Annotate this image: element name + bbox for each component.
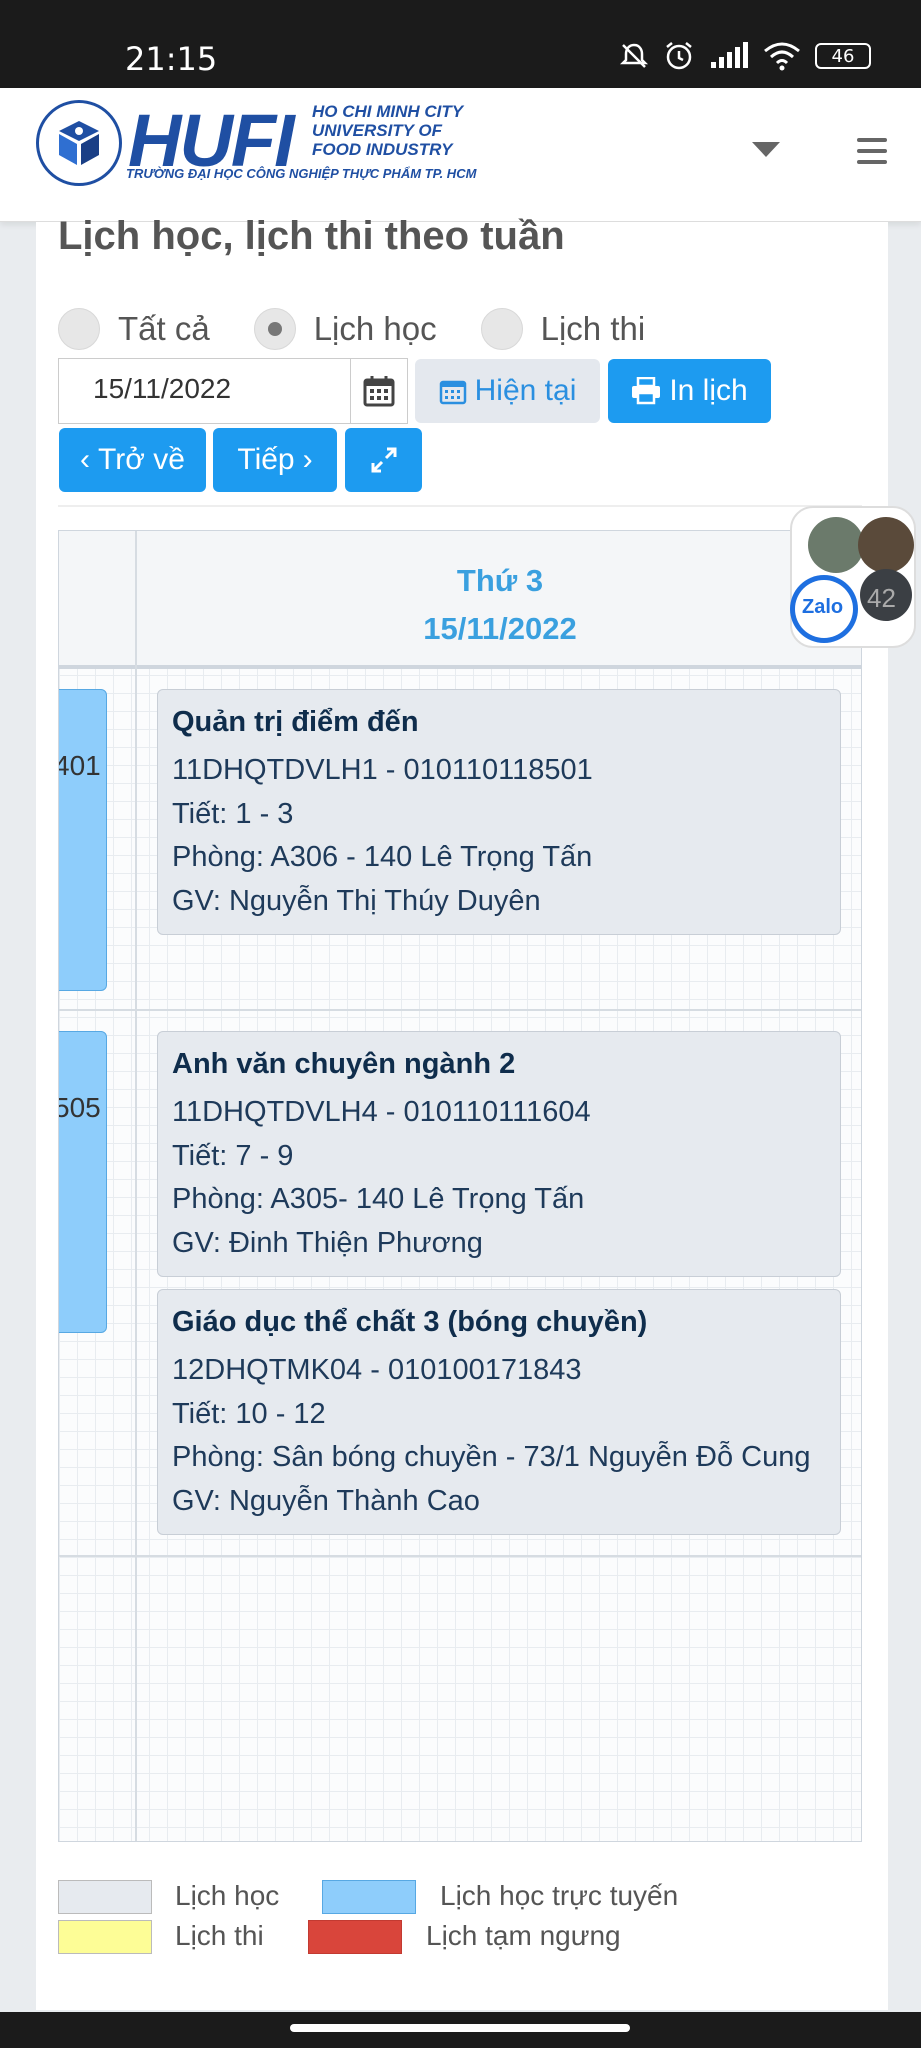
status-icons: 46	[619, 40, 871, 72]
class-event[interactable]: Giáo dục thể chất 3 (bóng chuyền) 12DHQT…	[157, 1289, 841, 1535]
event-teacher: GV: Đinh Thiện Phương	[172, 1226, 483, 1259]
calendar-icon	[439, 380, 466, 405]
online-class-block[interactable]: 505	[59, 1031, 107, 1333]
wifi-icon	[764, 42, 800, 71]
color-legend: Lịch học Lịch học trực tuyến Lịch thi Lị…	[58, 1876, 878, 1966]
alarm-icon	[666, 42, 692, 70]
bell-muted-icon	[619, 43, 649, 68]
event-code: 11DHQTDVLH1 - 010110118501	[172, 754, 593, 786]
event-period: Tiết: 10 - 12	[172, 1397, 326, 1430]
legend-swatch-exam	[58, 1920, 152, 1954]
event-code: 11DHQTDVLH4 - 010110111604	[172, 1096, 591, 1128]
radio-study-label[interactable]: Lịch học	[314, 310, 437, 348]
session-divider	[59, 1009, 861, 1011]
zalo-bubble-icon	[790, 506, 916, 648]
logo-vietnamese-name: TRƯỜNG ĐẠI HỌC CÔNG NGHIỆP THỰC PHẨM TP.…	[126, 166, 477, 181]
event-period: Tiết: 7 - 9	[172, 1139, 294, 1172]
status-time: 21:15	[125, 40, 218, 78]
legend-swatch-suspended	[308, 1920, 402, 1954]
home-indicator[interactable]	[290, 2024, 630, 2032]
fullscreen-button[interactable]	[345, 428, 422, 492]
logo-emblem-icon[interactable]	[36, 100, 122, 186]
event-room: Phòng: Sân bóng chuyền - 73/1 Nguyễn Đỗ …	[172, 1441, 811, 1473]
legend-label-study: Lịch học	[175, 1880, 280, 1911]
page-title: Lịch học, lịch thi theo tuần	[58, 214, 565, 258]
legend-swatch-online	[322, 1880, 416, 1914]
legend-label-online: Lịch học trực tuyến	[440, 1880, 679, 1911]
session-divider	[59, 1555, 861, 1557]
event-code: 12DHQTMK04 - 010100171843	[172, 1354, 582, 1386]
legend-label-suspended: Lịch tạm ngưng	[426, 1920, 621, 1951]
event-teacher: GV: Nguyễn Thành Cao	[172, 1484, 480, 1517]
print-schedule-button[interactable]: In lịch	[608, 359, 771, 423]
event-title: Giáo dục thể chất 3 (bóng chuyền)	[172, 1306, 648, 1338]
zalo-chat-widget[interactable]: Zalo 42	[788, 503, 920, 659]
event-teacher: GV: Nguyễn Thị Thúy Duyên	[172, 884, 541, 917]
event-period: Tiết: 1 - 3	[172, 797, 294, 830]
radio-study[interactable]	[253, 308, 296, 350]
radio-exam[interactable]	[480, 308, 523, 350]
menu-hamburger-icon[interactable]	[857, 138, 887, 164]
legend-label-exam: Lịch thi	[175, 1920, 264, 1951]
zalo-badge-count: 42	[867, 583, 896, 613]
schedule-filter: Tất cả Lịch học Lịch thi	[58, 308, 689, 350]
current-week-button[interactable]: Hiện tại	[415, 359, 600, 423]
calendar-picker-button[interactable]	[350, 358, 408, 424]
event-title: Quản trị điểm đến	[172, 706, 419, 738]
radio-exam-label[interactable]: Lịch thi	[541, 310, 646, 348]
radio-all[interactable]	[58, 308, 100, 350]
next-week-button[interactable]: Tiếp ›	[213, 428, 337, 492]
cube-logo-icon	[59, 121, 99, 165]
event-room: Phòng: A305- 140 Lê Trọng Tấn	[172, 1183, 585, 1215]
chevron-down-icon[interactable]	[752, 142, 780, 157]
signal-icon	[711, 42, 748, 68]
logo-english-name: HO CHI MINH CITY UNIVERSITY OF FOOD INDU…	[312, 102, 464, 159]
battery-icon: 46	[815, 43, 871, 69]
radio-all-label[interactable]: Tất cả	[118, 310, 210, 348]
legend-swatch-study	[58, 1880, 152, 1914]
divider	[58, 505, 862, 507]
navigation-bar	[0, 2012, 921, 2048]
printer-icon	[632, 377, 661, 405]
class-event[interactable]: Quản trị điểm đến 11DHQTDVLH1 - 01011011…	[157, 689, 841, 935]
weekly-schedule-grid: Thứ 3 15/11/2022 401 505 Quản trị điểm đ…	[58, 530, 862, 1842]
calendar-icon	[363, 376, 395, 407]
expand-icon	[371, 447, 396, 473]
zalo-label: Zalo	[802, 596, 844, 618]
status-bar: 21:15 46	[0, 0, 921, 88]
online-class-block[interactable]: 401	[59, 689, 107, 991]
previous-week-button[interactable]: ‹ Trở về	[59, 428, 206, 492]
class-event[interactable]: Anh văn chuyên ngành 2 11DHQTDVLH4 - 010…	[157, 1031, 841, 1277]
event-room: Phòng: A306 - 140 Lê Trọng Tấn	[172, 841, 593, 873]
event-title: Anh văn chuyên ngành 2	[172, 1048, 516, 1080]
chevron-right-icon: ›	[302, 443, 313, 476]
date-input[interactable]	[93, 373, 343, 405]
day-header: Thứ 3 15/11/2022	[423, 563, 577, 646]
chevron-left-icon: ‹	[80, 443, 91, 476]
time-column-border	[135, 531, 137, 1841]
